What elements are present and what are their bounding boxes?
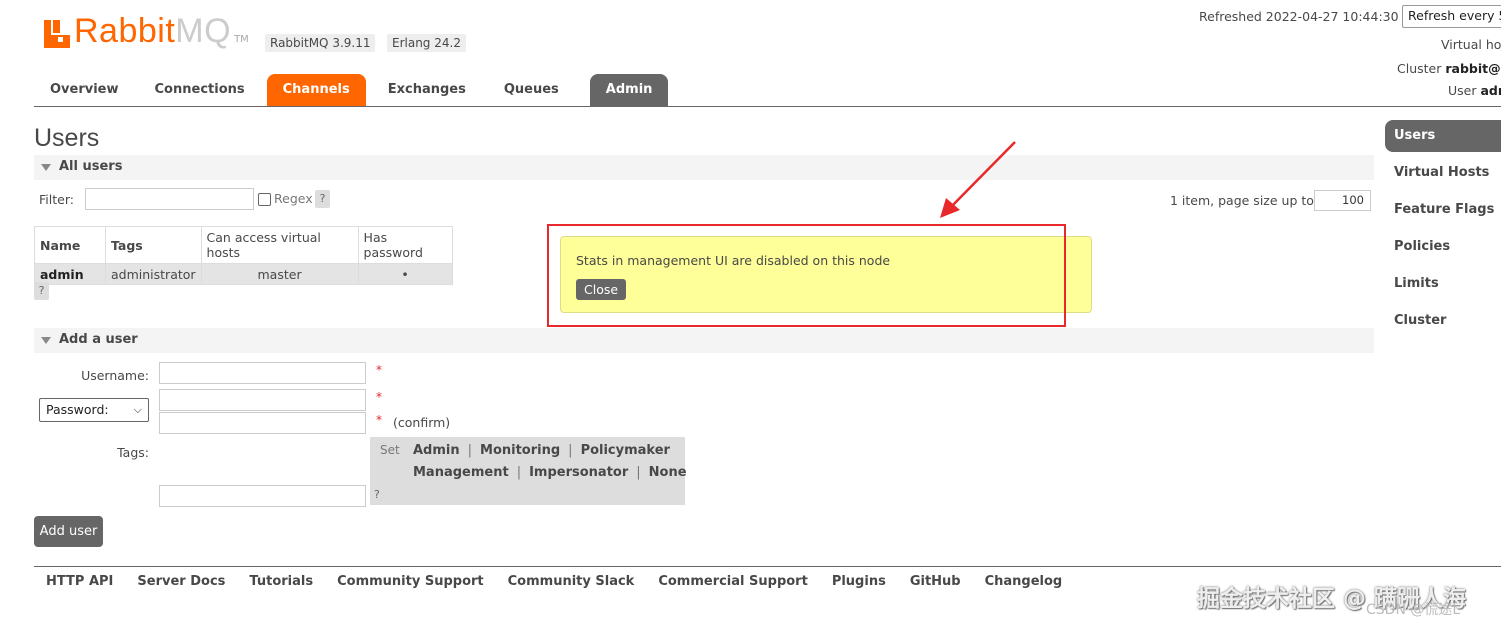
tag-admin-link[interactable]: Admin (413, 443, 460, 458)
table-row[interactable]: admin administrator master • (34, 263, 453, 285)
collapse-triangle-icon (41, 164, 51, 171)
user-tags-cell: administrator (105, 263, 202, 285)
username-required-mark: * (376, 363, 382, 377)
tag-impersonator-link[interactable]: Impersonator (529, 465, 628, 480)
tab-overview[interactable]: Overview (34, 74, 135, 106)
watermark-sub: CSDN @慌途L (1366, 602, 1461, 618)
rabbitmq-logo-icon (44, 20, 70, 48)
tag-presets-row-2: Management | Impersonator | None (413, 465, 687, 480)
tag-none-link[interactable]: None (649, 465, 687, 480)
add-user-button[interactable]: Add user (34, 516, 103, 547)
footer-link-changelog[interactable]: Changelog (985, 574, 1063, 589)
tab-exchanges[interactable]: Exchanges (372, 74, 482, 106)
footer-link-commercial-support[interactable]: Commercial Support (658, 574, 808, 589)
refresh-interval-select[interactable]: Refresh every 5 (1402, 5, 1501, 28)
sidebar-item-policies[interactable]: Policies (1385, 231, 1501, 268)
add-user-section-label: Add a user (59, 332, 138, 347)
admin-sidebar: Users Virtual Hosts Feature Flags Polici… (1385, 120, 1501, 342)
confirm-label: (confirm) (393, 415, 451, 430)
table-help-button[interactable]: ? (34, 282, 49, 300)
sidebar-item-feature-flags[interactable]: Feature Flags (1385, 194, 1501, 231)
footer-link-community-slack[interactable]: Community Slack (508, 574, 635, 589)
password-type-value: Password: (46, 402, 109, 417)
tab-connections[interactable]: Connections (139, 74, 261, 106)
footer-link-server-docs[interactable]: Server Docs (137, 574, 225, 589)
confirm-required-mark: * (376, 413, 382, 427)
regex-label: Regex (274, 191, 313, 206)
column-header-vhosts[interactable]: Can access virtual hosts (200, 226, 359, 264)
password-type-select[interactable]: Password: ⌵ (39, 398, 149, 422)
tag-presets-box: Set Admin | Monitoring | Policymaker Managem… (370, 437, 687, 505)
tab-queues[interactable]: Queues (488, 74, 575, 106)
cluster-label: Cluster (1397, 61, 1442, 76)
page-size-input[interactable]: 100 (1314, 190, 1371, 211)
sidebar-item-limits[interactable]: Limits (1385, 268, 1501, 305)
password-confirm-input[interactable] (159, 412, 366, 434)
column-header-tags[interactable]: Tags (105, 226, 202, 264)
table-header-row: Name Tags Can access virtual hosts Has p… (34, 226, 453, 264)
set-label: Set (380, 443, 400, 457)
user-name: adr (1480, 83, 1501, 98)
user-has-password-cell: • (357, 263, 453, 285)
pagination-summary: 1 item, page size up to (1170, 193, 1314, 208)
cluster-info: Cluster rabbit@M (1397, 61, 1501, 76)
user-vhosts-cell: master (200, 263, 359, 285)
regex-checkbox[interactable] (258, 193, 271, 206)
erlang-version-badge: Erlang 24.2 (387, 34, 466, 52)
sidebar-item-virtual-hosts[interactable]: Virtual Hosts (1385, 157, 1501, 194)
cluster-name: rabbit@M (1445, 61, 1501, 76)
chevron-down-icon: ⌵ (133, 403, 142, 416)
column-header-name[interactable]: Name (34, 226, 106, 264)
tags-label: Tags: (117, 445, 149, 460)
sidebar-item-cluster[interactable]: Cluster (1385, 305, 1501, 342)
filter-help-button[interactable]: ? (315, 190, 330, 208)
tab-channels[interactable]: Channels (266, 74, 366, 106)
tag-monitoring-link[interactable]: Monitoring (480, 443, 560, 458)
filter-input[interactable] (85, 188, 254, 210)
username-input[interactable] (159, 362, 366, 384)
password-input[interactable] (159, 389, 366, 411)
tag-presets-row-1: Admin | Monitoring | Policymaker (413, 443, 670, 458)
user-label: User (1448, 83, 1477, 98)
rabbitmq-logo[interactable]: RabbitMQ TM (44, 14, 249, 48)
add-user-section-header[interactable]: Add a user (34, 328, 1374, 353)
tag-policymaker-link[interactable]: Policymaker (581, 443, 670, 458)
tag-management-link[interactable]: Management (413, 465, 509, 480)
collapse-triangle-icon (41, 337, 51, 344)
tags-help-button[interactable]: ? (374, 488, 380, 501)
footer-link-community-support[interactable]: Community Support (337, 574, 484, 589)
logo-trademark: TM (234, 34, 249, 45)
footer-links: HTTP API Server Docs Tutorials Community… (46, 574, 1086, 589)
tags-input[interactable] (159, 485, 366, 507)
footer-link-plugins[interactable]: Plugins (832, 574, 886, 589)
page-title: Users (34, 124, 100, 152)
rabbitmq-version-badge: RabbitMQ 3.9.11 (265, 34, 376, 52)
filter-label: Filter: (39, 192, 74, 207)
annotation-arrow-icon (940, 141, 1016, 218)
main-nav-tabs: Overview Connections Channels Exchanges … (34, 74, 669, 106)
tab-admin[interactable]: Admin (589, 74, 669, 106)
user-info: User adr (1448, 83, 1501, 98)
users-table: Name Tags Can access virtual hosts Has p… (34, 226, 453, 285)
logo-wordmark: RabbitMQ (74, 12, 232, 50)
annotation-highlight-box (547, 224, 1066, 327)
username-label: Username: (81, 368, 149, 383)
footer-link-github[interactable]: GitHub (910, 574, 961, 589)
footer-divider (34, 566, 1501, 567)
sidebar-item-users[interactable]: Users (1385, 120, 1501, 152)
all-users-section-label: All users (59, 159, 123, 174)
column-header-has-password[interactable]: Has password (357, 226, 453, 264)
all-users-section-header[interactable]: All users (34, 155, 1374, 180)
virtual-host-label: Virtual hos (1441, 37, 1501, 52)
tabs-divider (34, 106, 1501, 107)
password-required-mark: * (376, 390, 382, 404)
footer-link-tutorials[interactable]: Tutorials (249, 574, 313, 589)
refreshed-timestamp: Refreshed 2022-04-27 10:44:30 (1199, 9, 1399, 24)
footer-link-http-api[interactable]: HTTP API (46, 574, 113, 589)
